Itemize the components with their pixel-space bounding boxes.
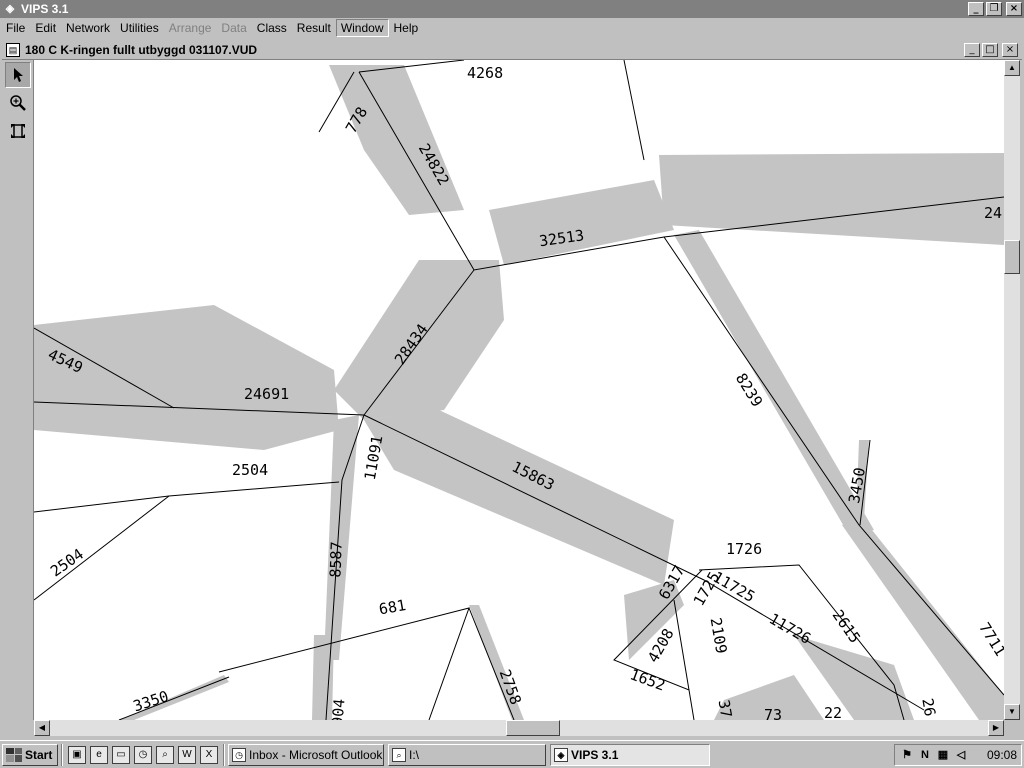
minimize-button[interactable]: _ [968,2,984,16]
volume-11726: 11726 [766,610,814,648]
task-drive[interactable]: ⌕ I:\ [388,743,546,766]
volume-681: 681 [377,596,407,618]
doc-maximize-button[interactable]: □ [982,43,998,57]
zoom-tool[interactable] [5,90,31,116]
volume-1725b: 11725 [710,568,758,606]
menu-help[interactable]: Help [389,19,424,37]
task-label: I:\ [409,747,420,762]
volume-2504a: 2504 [232,461,268,479]
menu-result[interactable]: Result [292,19,336,37]
taskbar: Start ▣ e ▭ ◷ ⌕ W X ◷ Inbox - Microsoft … [0,740,1024,768]
network-map[interactable]: 4268 778 24822 32513 24 28434 4549 24691… [34,60,1004,720]
n-icon[interactable]: N [917,747,933,763]
menu-utilities[interactable]: Utilities [115,19,164,37]
app-titlebar: ◈ VIPS 3.1 _ ❐ × [0,0,1024,18]
app-title: VIPS 3.1 [21,2,69,16]
network-map-canvas[interactable]: 4268 778 24822 32513 24 28434 4549 24691… [34,60,1004,720]
volume-37: 37 [715,698,736,719]
menu-arrange: Arrange [168,21,212,35]
vertical-scrollbar[interactable]: ▲ ▼ [1004,60,1020,720]
horizontal-scrollbar[interactable]: ◀ ▶ [34,720,1004,736]
tool-palette [2,60,34,720]
ie-icon[interactable]: e [90,745,108,764]
fit-tool[interactable] [5,118,31,144]
volume-7711: 7711 [975,619,1004,659]
close-button[interactable]: × [1006,2,1022,16]
folder-icon[interactable]: ▭ [112,745,130,764]
speaker-icon[interactable]: ◁ [953,747,969,763]
desktop-icon[interactable]: ▣ [68,745,86,764]
task-label: Inbox - Microsoft Outlook [249,747,383,762]
app-window-buttons: _ ❐ × [968,2,1022,16]
horizontal-scroll-thumb[interactable] [506,720,560,736]
clock-app-icon[interactable]: ◷ [134,745,152,764]
restore-button[interactable]: ❐ [986,2,1002,16]
monitor-icon[interactable]: ▦ [935,747,951,763]
menu-class[interactable]: Class [252,19,292,37]
explorer-icon[interactable]: ⌕ [156,745,174,764]
scroll-down-button[interactable]: ▼ [1004,704,1020,720]
volume-1652: 1652 [628,665,668,694]
scroll-up-button[interactable]: ▲ [1004,60,1020,76]
arrow-pointer-icon [14,68,23,82]
fit-extent-icon [11,124,25,138]
drive-icon: ⌕ [392,747,406,762]
scroll-right-button[interactable]: ▶ [988,720,1004,736]
vertical-scroll-thumb[interactable] [1004,240,1020,274]
task-outlook[interactable]: ◷ Inbox - Microsoft Outlook [228,743,384,766]
volume-11091: 11091 [361,434,387,482]
document-title: 180 C K-ringen fullt utbyggd 031107.VUD [25,42,258,57]
vips-icon: ◈ [554,747,568,762]
volume-2109: 2109 [707,616,731,655]
volume-8587: 8587 [326,541,345,578]
volume-4268: 4268 [467,64,503,82]
doc-minimize-button[interactable]: _ [964,43,980,57]
system-tray: ⚑ N ▦ ◁ 09:08 [894,744,1022,766]
volume-904: 904 [328,698,348,720]
outlook-icon: ◷ [232,747,246,762]
start-button[interactable]: Start [2,743,58,766]
magnifier-icon [10,95,26,111]
flow-bands [34,65,1004,720]
volume-1726: 1726 [726,540,762,558]
word-icon[interactable]: W [178,745,196,764]
menu-window[interactable]: Window [335,19,389,37]
scroll-left-button[interactable]: ◀ [34,720,50,736]
taskbar-separator [61,743,63,766]
network-icon[interactable]: ⚑ [899,747,915,763]
volume-22: 22 [824,704,842,720]
volume-24691: 24691 [244,385,289,403]
menu-network[interactable]: Network [61,19,115,37]
pointer-tool[interactable] [5,62,31,88]
taskbar-separator [223,743,225,766]
document-titlebar: ▤ 180 C K-ringen fullt utbyggd 031107.VU… [2,40,1022,60]
document-icon: ▤ [6,42,20,57]
menu-bar: File Edit Network Utilities Arrange Data… [0,18,1024,38]
task-label: VIPS 3.1 [571,747,619,762]
menu-data: Data [221,21,247,35]
menu-edit[interactable]: Edit [30,19,61,37]
vips-app-icon: ◈ [5,3,15,15]
document-window-buttons: _ □ × [964,43,1018,57]
scroll-corner [1004,720,1020,736]
volume-24: 24 [984,204,1002,222]
volume-26: 26 [918,697,939,718]
doc-close-button[interactable]: × [1002,43,1018,57]
excel-icon[interactable]: X [200,745,218,764]
clock[interactable]: 09:08 [987,748,1017,762]
start-label: Start [25,747,53,762]
volume-73: 73 [764,706,782,720]
windows-flag-icon [6,747,22,762]
task-vips[interactable]: ◈ VIPS 3.1 [550,743,710,766]
menu-file[interactable]: File [1,19,30,37]
volume-3450: 3450 [845,466,869,505]
